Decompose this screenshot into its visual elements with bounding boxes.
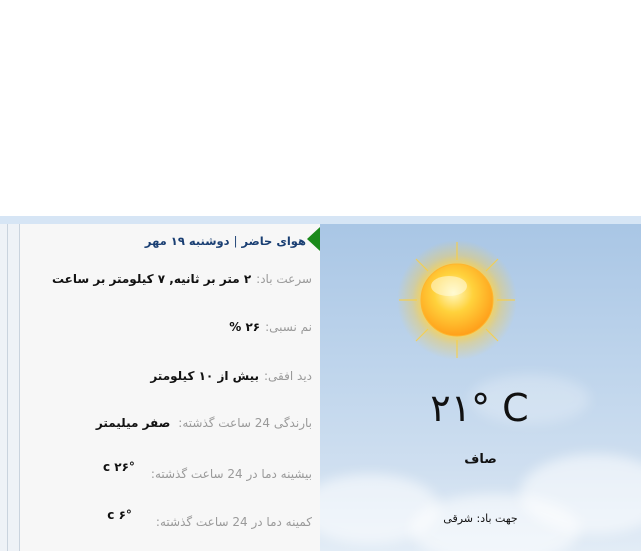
visibility-row: دید افقی: بیش از ۱۰ کیلومتر: [150, 369, 312, 383]
wind-speed-row: سرعت باد: ۲ متر بر ثانیه, ۷ کیلومتر بر س…: [52, 272, 312, 286]
current-weather-panel: ۲۱° C صاف جهت باد: شرقی: [320, 224, 641, 551]
top-divider-band: [0, 216, 641, 224]
max-temp-value: ۲۶° c: [102, 460, 135, 474]
wind-direction: جهت باد: شرقی: [443, 512, 518, 525]
wind-speed-label: سرعت باد:: [256, 272, 312, 286]
current-temperature: ۲۱° C: [430, 386, 531, 430]
header-arrow-icon: [307, 227, 320, 251]
weather-details-panel: هوای حاضر | دوشنبه ۱۹ مهر سرعت باد: ۲ مت…: [20, 224, 320, 551]
wind-speed-value: ۲ متر بر ثانیه, ۷ کیلومتر بر ساعت: [51, 272, 252, 286]
min-temp-value: ۶° c: [107, 508, 132, 522]
weather-condition: صاف: [464, 452, 497, 467]
gutter-line: [7, 224, 8, 551]
weather-header: هوای حاضر | دوشنبه ۱۹ مهر: [145, 232, 306, 250]
header-date: دوشنبه ۱۹ مهر: [144, 234, 230, 248]
humidity-label: نم نسبی:: [265, 320, 312, 334]
precipitation-value: صفر میلیمتر: [95, 416, 171, 430]
min-temp-row: کمینه دما در 24 ساعت گذشته: ۶° c: [107, 508, 312, 529]
precipitation-label: بارندگی 24 ساعت گذشته:: [178, 416, 312, 430]
min-temp-label: کمینه دما در 24 ساعت گذشته:: [155, 515, 312, 529]
visibility-label: دید افقی:: [264, 369, 312, 383]
header-title: هوای حاضر: [241, 234, 306, 248]
humidity-row: نم نسبی: ۲۶ %: [229, 320, 312, 334]
max-temp-row: بیشینه دما در 24 ساعت گذشته: ۲۶° c: [102, 460, 312, 481]
precipitation-row: بارندگی 24 ساعت گذشته: صفر میلیمتر: [96, 416, 312, 430]
max-temp-label: بیشینه دما در 24 ساعت گذشته:: [150, 467, 312, 481]
left-gutter: [0, 224, 20, 551]
visibility-value: بیش از ۱۰ کیلومتر: [150, 369, 260, 383]
humidity-value: ۲۶ %: [229, 320, 261, 334]
sun-icon: [397, 240, 517, 360]
header-separator: |: [233, 234, 238, 248]
